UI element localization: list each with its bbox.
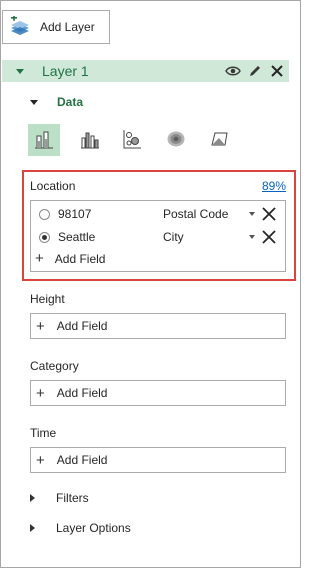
layer-name: Layer 1 [42,63,89,79]
chevron-right-icon [30,524,35,532]
clustered-column-icon [80,129,100,152]
location-field-value: 98107 [58,207,92,221]
add-field-label: Add Field [56,386,108,400]
location-label: Location [30,179,76,193]
add-layer-label: Add Layer [40,20,95,34]
layer-collapse-icon[interactable] [16,68,24,74]
chevron-right-icon [30,494,35,502]
layer-header[interactable]: Layer 1 [2,60,289,82]
viz-heat-map-button[interactable] [160,124,192,156]
location-type-select[interactable]: Postal Code [163,207,228,221]
location-fields-box: 98107 Postal Code Seattle City + Add Fie… [30,200,286,272]
height-add-field-button[interactable]: + Add Field [30,313,286,339]
data-collapse-icon [30,99,38,105]
filters-label: Filters [56,491,89,505]
bubble-icon [122,129,142,152]
remove-field-icon[interactable] [262,207,276,221]
add-field-label: Add Field [56,453,108,467]
filters-expander[interactable]: Filters [30,491,89,505]
plus-icon: + [36,384,45,402]
location-radio[interactable] [39,208,50,220]
location-confidence-link[interactable]: 89% [262,179,286,193]
data-section-label: Data [57,95,84,109]
plus-icon: + [36,451,45,469]
time-add-field-button[interactable]: + Add Field [30,447,286,473]
layer-pane [0,0,301,568]
location-radio[interactable] [39,231,50,243]
layer-options-expander[interactable]: Layer Options [30,521,131,535]
plus-icon: + [35,250,44,267]
chevron-down-icon[interactable] [249,235,255,239]
location-row[interactable]: Seattle City [31,226,285,248]
add-field-label: Add Field [54,251,106,266]
pencil-icon[interactable] [246,62,263,79]
viz-clustered-column-button[interactable] [74,124,106,156]
location-row[interactable]: 98107 Postal Code [31,203,285,225]
viz-stacked-column-button[interactable] [28,124,60,156]
chevron-down-icon[interactable] [249,212,255,216]
data-section-toggle[interactable]: Data [30,95,83,109]
viz-bubble-button[interactable] [116,124,148,156]
add-layer-icon [9,14,31,38]
stacked-column-icon [34,129,54,152]
category-label: Category [30,359,79,373]
height-label: Height [30,292,65,306]
layer-options-label: Layer Options [56,521,131,535]
category-add-field-button[interactable]: + Add Field [30,380,286,406]
eye-icon[interactable] [224,62,241,79]
add-field-label: Add Field [56,319,108,333]
region-icon [210,129,230,152]
location-field-value: Seattle [58,230,96,244]
location-add-field-button[interactable]: + Add Field [35,251,105,266]
viz-region-button[interactable] [204,124,236,156]
remove-field-icon[interactable] [262,230,276,244]
add-layer-button[interactable]: Add Layer [2,10,110,44]
heat-map-icon [166,129,186,152]
location-type-select[interactable]: City [163,230,184,244]
plus-icon: + [36,317,45,335]
close-icon[interactable] [268,62,285,79]
time-label: Time [30,426,57,440]
